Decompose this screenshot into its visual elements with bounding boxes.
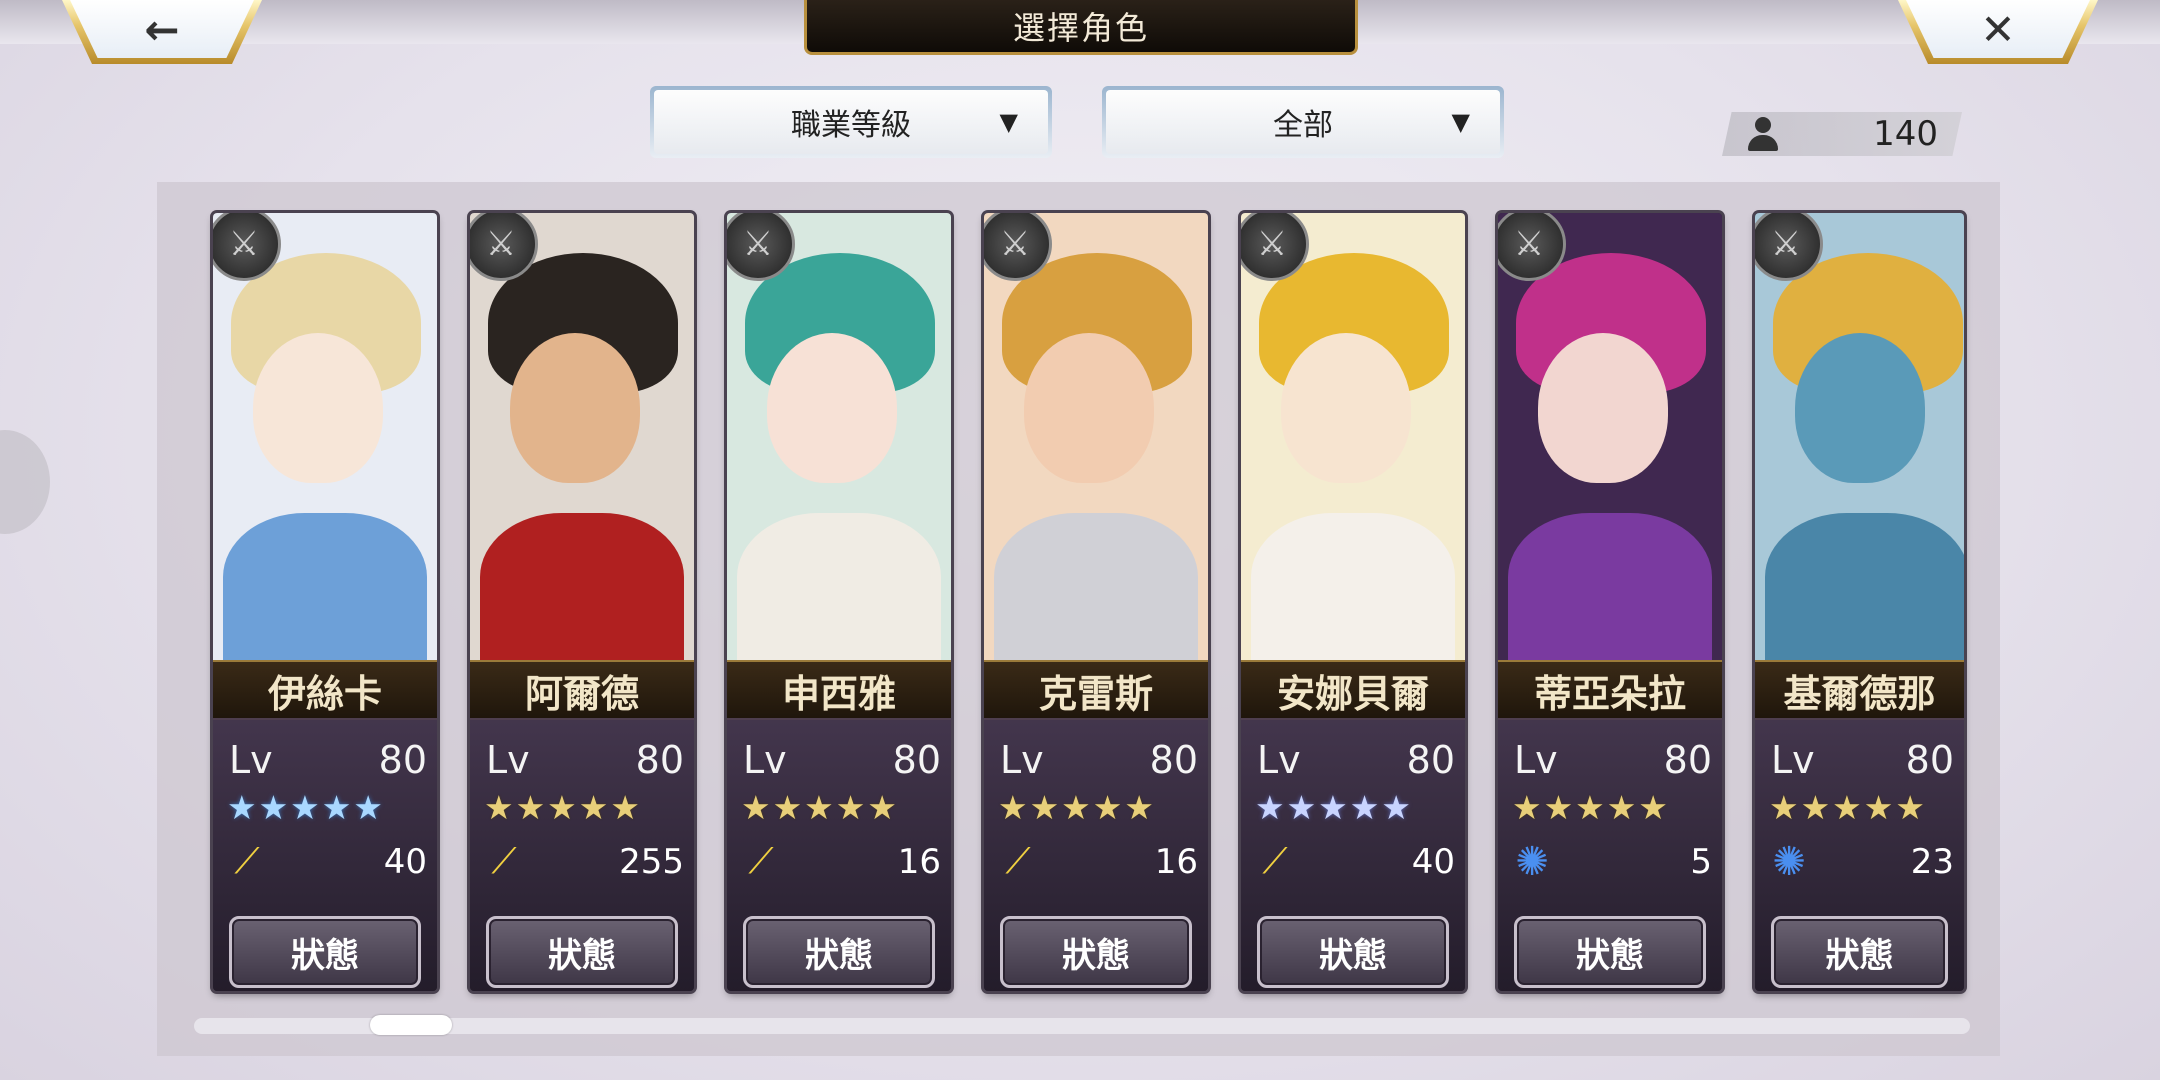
resource-value: 23 bbox=[1910, 842, 1954, 882]
character-name: 申西雅 bbox=[727, 660, 951, 720]
character-name: 阿爾德 bbox=[470, 660, 694, 720]
wing-icon: ⟋ bbox=[234, 841, 260, 882]
star-rating: ★★★★★ bbox=[1512, 788, 1670, 827]
scrollbar-thumb[interactable] bbox=[370, 1015, 452, 1035]
character-name: 安娜貝爾 bbox=[1241, 660, 1465, 720]
swirl-icon: ✺ bbox=[1515, 839, 1549, 885]
back-button[interactable]: ← bbox=[62, 0, 262, 64]
close-button[interactable]: ✕ bbox=[1898, 0, 2098, 64]
status-button[interactable]: 狀態 bbox=[486, 916, 678, 988]
character-stats: Lv 80 ★★★★★ ✺ 5 狀態 bbox=[1498, 718, 1722, 991]
level-label: Lv bbox=[486, 738, 530, 782]
sort-dropdown-label: 職業等級 bbox=[791, 108, 911, 143]
character-stats: Lv 80 ★★★★★ ⟋ 40 狀態 bbox=[1241, 718, 1465, 991]
character-stats: Lv 80 ★★★★★ ⟋ 40 狀態 bbox=[213, 718, 437, 991]
level-label: Lv bbox=[1000, 738, 1044, 782]
wing-icon: ⟋ bbox=[491, 841, 517, 882]
filter-dropdown[interactable]: 全部 ▼ bbox=[1102, 86, 1504, 158]
character-card[interactable]: ⚔ 安娜貝爾 Lv 80 ★★★★★ ⟋ 40 狀態 bbox=[1241, 213, 1465, 991]
status-button[interactable]: 狀態 bbox=[1257, 916, 1449, 988]
character-name: 克雷斯 bbox=[984, 660, 1208, 720]
unit-count-value: 140 bbox=[1873, 114, 1938, 154]
character-card[interactable]: ⚔ 申西雅 Lv 80 ★★★★★ ⟋ 16 狀態 bbox=[727, 213, 951, 991]
level-value: 80 bbox=[1406, 738, 1455, 782]
level-value: 80 bbox=[1149, 738, 1198, 782]
level-label: Lv bbox=[1514, 738, 1558, 782]
character-name: 蒂亞朵拉 bbox=[1498, 660, 1722, 720]
close-icon: ✕ bbox=[1980, 4, 2016, 54]
unit-count: 140 bbox=[1722, 112, 1962, 156]
swirl-icon: ✺ bbox=[1772, 839, 1806, 885]
character-card[interactable]: ⚔ 伊絲卡 Lv 80 ★★★★★ ⟋ 40 狀態 bbox=[213, 213, 437, 991]
resource-value: 40 bbox=[1411, 842, 1455, 882]
character-card[interactable]: ⚔ 基爾德那 Lv 80 ★★★★★ ✺ 23 狀態 bbox=[1755, 213, 1964, 991]
level-value: 80 bbox=[1905, 738, 1954, 782]
status-button[interactable]: 狀態 bbox=[229, 916, 421, 988]
side-menu-handle[interactable] bbox=[0, 430, 50, 534]
resource-value: 255 bbox=[619, 842, 684, 882]
character-card[interactable]: ⚔ 克雷斯 Lv 80 ★★★★★ ⟋ 16 狀態 bbox=[984, 213, 1208, 991]
level-label: Lv bbox=[1771, 738, 1815, 782]
status-button[interactable]: 狀態 bbox=[1000, 916, 1192, 988]
character-name: 基爾德那 bbox=[1755, 660, 1964, 720]
level-value: 80 bbox=[378, 738, 427, 782]
resource-value: 16 bbox=[897, 842, 941, 882]
level-value: 80 bbox=[892, 738, 941, 782]
status-button[interactable]: 狀態 bbox=[1514, 916, 1706, 988]
character-stats: Lv 80 ★★★★★ ⟋ 16 狀態 bbox=[984, 718, 1208, 991]
sort-dropdown[interactable]: 職業等級 ▼ bbox=[650, 86, 1052, 158]
star-rating: ★★★★★ bbox=[227, 788, 385, 827]
character-stats: Lv 80 ★★★★★ ⟋ 16 狀態 bbox=[727, 718, 951, 991]
level-label: Lv bbox=[1257, 738, 1301, 782]
resource-value: 40 bbox=[383, 842, 427, 882]
filter-dropdown-label: 全部 bbox=[1273, 108, 1333, 143]
page-title: 選擇角色 bbox=[804, 0, 1358, 55]
status-button[interactable]: 狀態 bbox=[743, 916, 935, 988]
resource-value: 16 bbox=[1154, 842, 1198, 882]
star-rating: ★★★★★ bbox=[741, 788, 899, 827]
level-value: 80 bbox=[635, 738, 684, 782]
level-label: Lv bbox=[743, 738, 787, 782]
character-card[interactable]: ⚔ 阿爾德 Lv 80 ★★★★★ ⟋ 255 狀態 bbox=[470, 213, 694, 991]
level-label: Lv bbox=[229, 738, 273, 782]
star-rating: ★★★★★ bbox=[1769, 788, 1927, 827]
character-stats: Lv 80 ★★★★★ ✺ 23 狀態 bbox=[1755, 718, 1964, 991]
character-name: 伊絲卡 bbox=[213, 660, 437, 720]
wing-icon: ⟋ bbox=[1262, 841, 1288, 882]
star-rating: ★★★★★ bbox=[1255, 788, 1413, 827]
character-stats: Lv 80 ★★★★★ ⟋ 255 狀態 bbox=[470, 718, 694, 991]
status-button[interactable]: 狀態 bbox=[1771, 916, 1948, 988]
wing-icon: ⟋ bbox=[1005, 841, 1031, 882]
person-icon bbox=[1748, 117, 1778, 151]
level-value: 80 bbox=[1663, 738, 1712, 782]
chevron-down-icon: ▼ bbox=[999, 108, 1018, 136]
star-rating: ★★★★★ bbox=[484, 788, 642, 827]
resource-value: 5 bbox=[1690, 842, 1712, 882]
star-rating: ★★★★★ bbox=[998, 788, 1156, 827]
character-card[interactable]: ⚔ 蒂亞朵拉 Lv 80 ★★★★★ ✺ 5 狀態 bbox=[1498, 213, 1722, 991]
back-arrow-icon: ← bbox=[144, 4, 180, 54]
wing-icon: ⟋ bbox=[748, 841, 774, 882]
chevron-down-icon: ▼ bbox=[1451, 108, 1470, 136]
horizontal-scrollbar[interactable] bbox=[194, 1018, 1970, 1034]
